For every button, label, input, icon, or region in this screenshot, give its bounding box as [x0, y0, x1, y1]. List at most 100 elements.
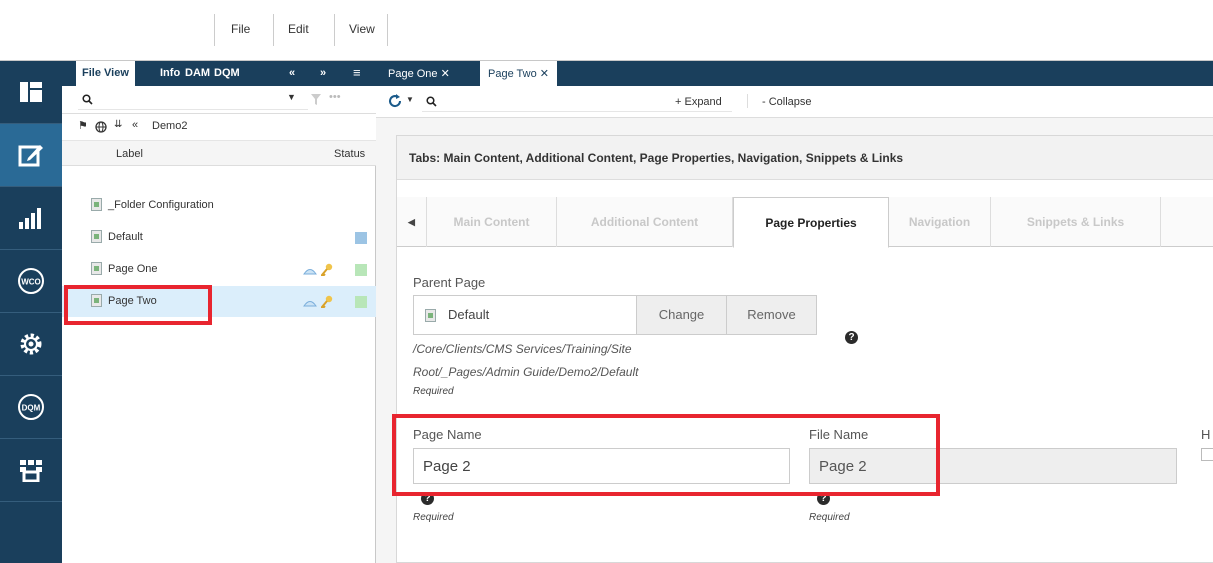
- folder-config-page-icon: [91, 198, 102, 211]
- expand-right-icon[interactable]: »: [320, 67, 326, 79]
- property-tabs: ◀ Main Content Additional Content Page P…: [397, 197, 1213, 248]
- page-icon: [91, 230, 102, 243]
- cut-off-label: H: [1201, 427, 1211, 442]
- more-icon[interactable]: •••: [329, 91, 341, 103]
- tab-dam[interactable]: DAM: [185, 67, 210, 79]
- tab-file-view[interactable]: File View: [76, 61, 135, 86]
- tabs-heading: Tabs: Main Content, Additional Content, …: [397, 136, 1213, 180]
- tab-dqm[interactable]: DQM: [214, 67, 240, 79]
- tab-navigation[interactable]: Navigation: [889, 197, 991, 247]
- toolbar-divider: [747, 94, 748, 108]
- search-icon: [82, 94, 93, 105]
- settings-button[interactable]: [0, 313, 62, 375]
- highlight-name-fields: [392, 414, 940, 496]
- back-icon[interactable]: «: [132, 119, 138, 131]
- tab-info[interactable]: Info: [160, 67, 180, 79]
- icon-rail: WCO DQM: [0, 61, 62, 563]
- required-note: Required: [809, 512, 850, 523]
- dqm-button[interactable]: DQM: [0, 376, 62, 438]
- filter-icon[interactable]: [311, 94, 321, 105]
- tab-page-one-label: Page One: [388, 68, 438, 80]
- grid-store-icon: [20, 460, 42, 482]
- wco-button[interactable]: WCO: [0, 250, 62, 312]
- editor-area: Tabs: Main Content, Additional Content, …: [376, 118, 1213, 563]
- tab-page-two-label: Page Two: [488, 68, 537, 80]
- parent-page-label: Parent Page: [413, 275, 486, 290]
- analytics-button[interactable]: [0, 187, 62, 249]
- tab-page-two[interactable]: Page Two ✕: [480, 61, 558, 86]
- publish-icon: [303, 301, 317, 307]
- required-note: Required: [413, 386, 454, 397]
- tab-additional-content[interactable]: Additional Content: [557, 197, 733, 247]
- flag-icon[interactable]: ⚑: [78, 119, 88, 132]
- required-note: Required: [413, 512, 454, 523]
- tab-snippets-links[interactable]: Snippets & Links: [991, 197, 1161, 247]
- bar-chart-icon: [19, 208, 41, 229]
- status-green-square: [355, 264, 367, 276]
- tree-tab-bar: File View Info DAM DQM « » ≡: [62, 61, 376, 86]
- tree-row[interactable]: Default: [62, 222, 376, 253]
- help-icon[interactable]: ?: [845, 331, 858, 344]
- refresh-icon[interactable]: [388, 94, 402, 108]
- tabs-scroll-left-icon[interactable]: ◀: [397, 197, 427, 247]
- tree-row[interactable]: Page One: [62, 254, 376, 285]
- globe-icon[interactable]: [95, 121, 107, 133]
- rail-divider: [0, 501, 62, 502]
- tab-page-properties[interactable]: Page Properties: [733, 197, 889, 248]
- refresh-dropdown-icon[interactable]: ▼: [406, 95, 414, 104]
- tree-search-bar: ▼ •••: [62, 86, 376, 114]
- page-icon: [91, 262, 102, 275]
- publish-icon: [303, 269, 317, 275]
- menu-file[interactable]: File: [231, 22, 250, 36]
- document-tab-bar: Page One ✕ Page Two ✕: [376, 61, 1213, 86]
- close-icon[interactable]: ✕: [540, 68, 549, 80]
- column-status[interactable]: Status: [334, 148, 365, 160]
- wco-icon: WCO: [18, 268, 44, 294]
- editor-card: Tabs: Main Content, Additional Content, …: [396, 135, 1213, 563]
- spacer: [397, 180, 1213, 197]
- tree-row-label: Default: [108, 231, 143, 243]
- layout-icon: [20, 82, 42, 102]
- expand-button[interactable]: + Expand: [675, 96, 722, 108]
- breadcrumb[interactable]: Demo2: [152, 120, 187, 132]
- change-button[interactable]: Change: [636, 296, 726, 334]
- tree-search-input[interactable]: [78, 90, 308, 110]
- dqm-label: DQM: [22, 404, 41, 413]
- wco-label: WCO: [21, 278, 41, 287]
- gear-icon: [20, 333, 42, 355]
- menu-edit[interactable]: Edit: [288, 22, 309, 36]
- dqm-icon: DQM: [18, 394, 44, 420]
- store-button[interactable]: [0, 439, 62, 501]
- content-toolbar: ▼ + Expand - Collapse: [376, 86, 1213, 118]
- dropdown-arrow-icon[interactable]: ▼: [287, 92, 296, 102]
- close-icon[interactable]: ✕: [441, 68, 450, 80]
- tree-row-label: Page One: [108, 263, 158, 275]
- status-green-square: [355, 296, 367, 308]
- key-icon: [321, 263, 333, 276]
- app-window: File Edit View WCO DQM File View Info DA…: [0, 0, 1213, 563]
- search-icon: [426, 96, 437, 107]
- tree-row-label: _Folder Configuration: [108, 199, 214, 211]
- column-label[interactable]: Label: [116, 148, 143, 160]
- tab-main-content[interactable]: Main Content: [427, 197, 557, 247]
- edit-icon: [18, 145, 43, 167]
- collapse-left-icon[interactable]: «: [289, 67, 295, 79]
- status-blue-square: [355, 232, 367, 244]
- sort-icon[interactable]: ⇊: [114, 119, 122, 130]
- remove-button[interactable]: Remove: [726, 296, 816, 334]
- cut-off-checkbox[interactable]: [1201, 448, 1213, 461]
- breadcrumb-bar: ⚑ ⇊ « Demo2: [62, 114, 376, 140]
- highlight-page-two: [64, 285, 212, 325]
- edit-button[interactable]: [0, 124, 62, 186]
- parent-path-line1: /Core/Clients/CMS Services/Training/Site: [413, 342, 632, 356]
- menu-view[interactable]: View: [349, 22, 375, 36]
- tree-row[interactable]: _Folder Configuration: [62, 190, 376, 221]
- tab-page-one[interactable]: Page One ✕: [380, 61, 458, 86]
- collapse-button[interactable]: - Collapse: [762, 96, 812, 108]
- parent-page-field: Default Change Remove: [413, 295, 817, 335]
- menu-icon[interactable]: ≡: [353, 65, 361, 80]
- key-icon: [321, 295, 333, 308]
- menu-divider: [334, 14, 335, 46]
- menu-divider: [273, 14, 274, 46]
- layout-button[interactable]: [0, 61, 62, 123]
